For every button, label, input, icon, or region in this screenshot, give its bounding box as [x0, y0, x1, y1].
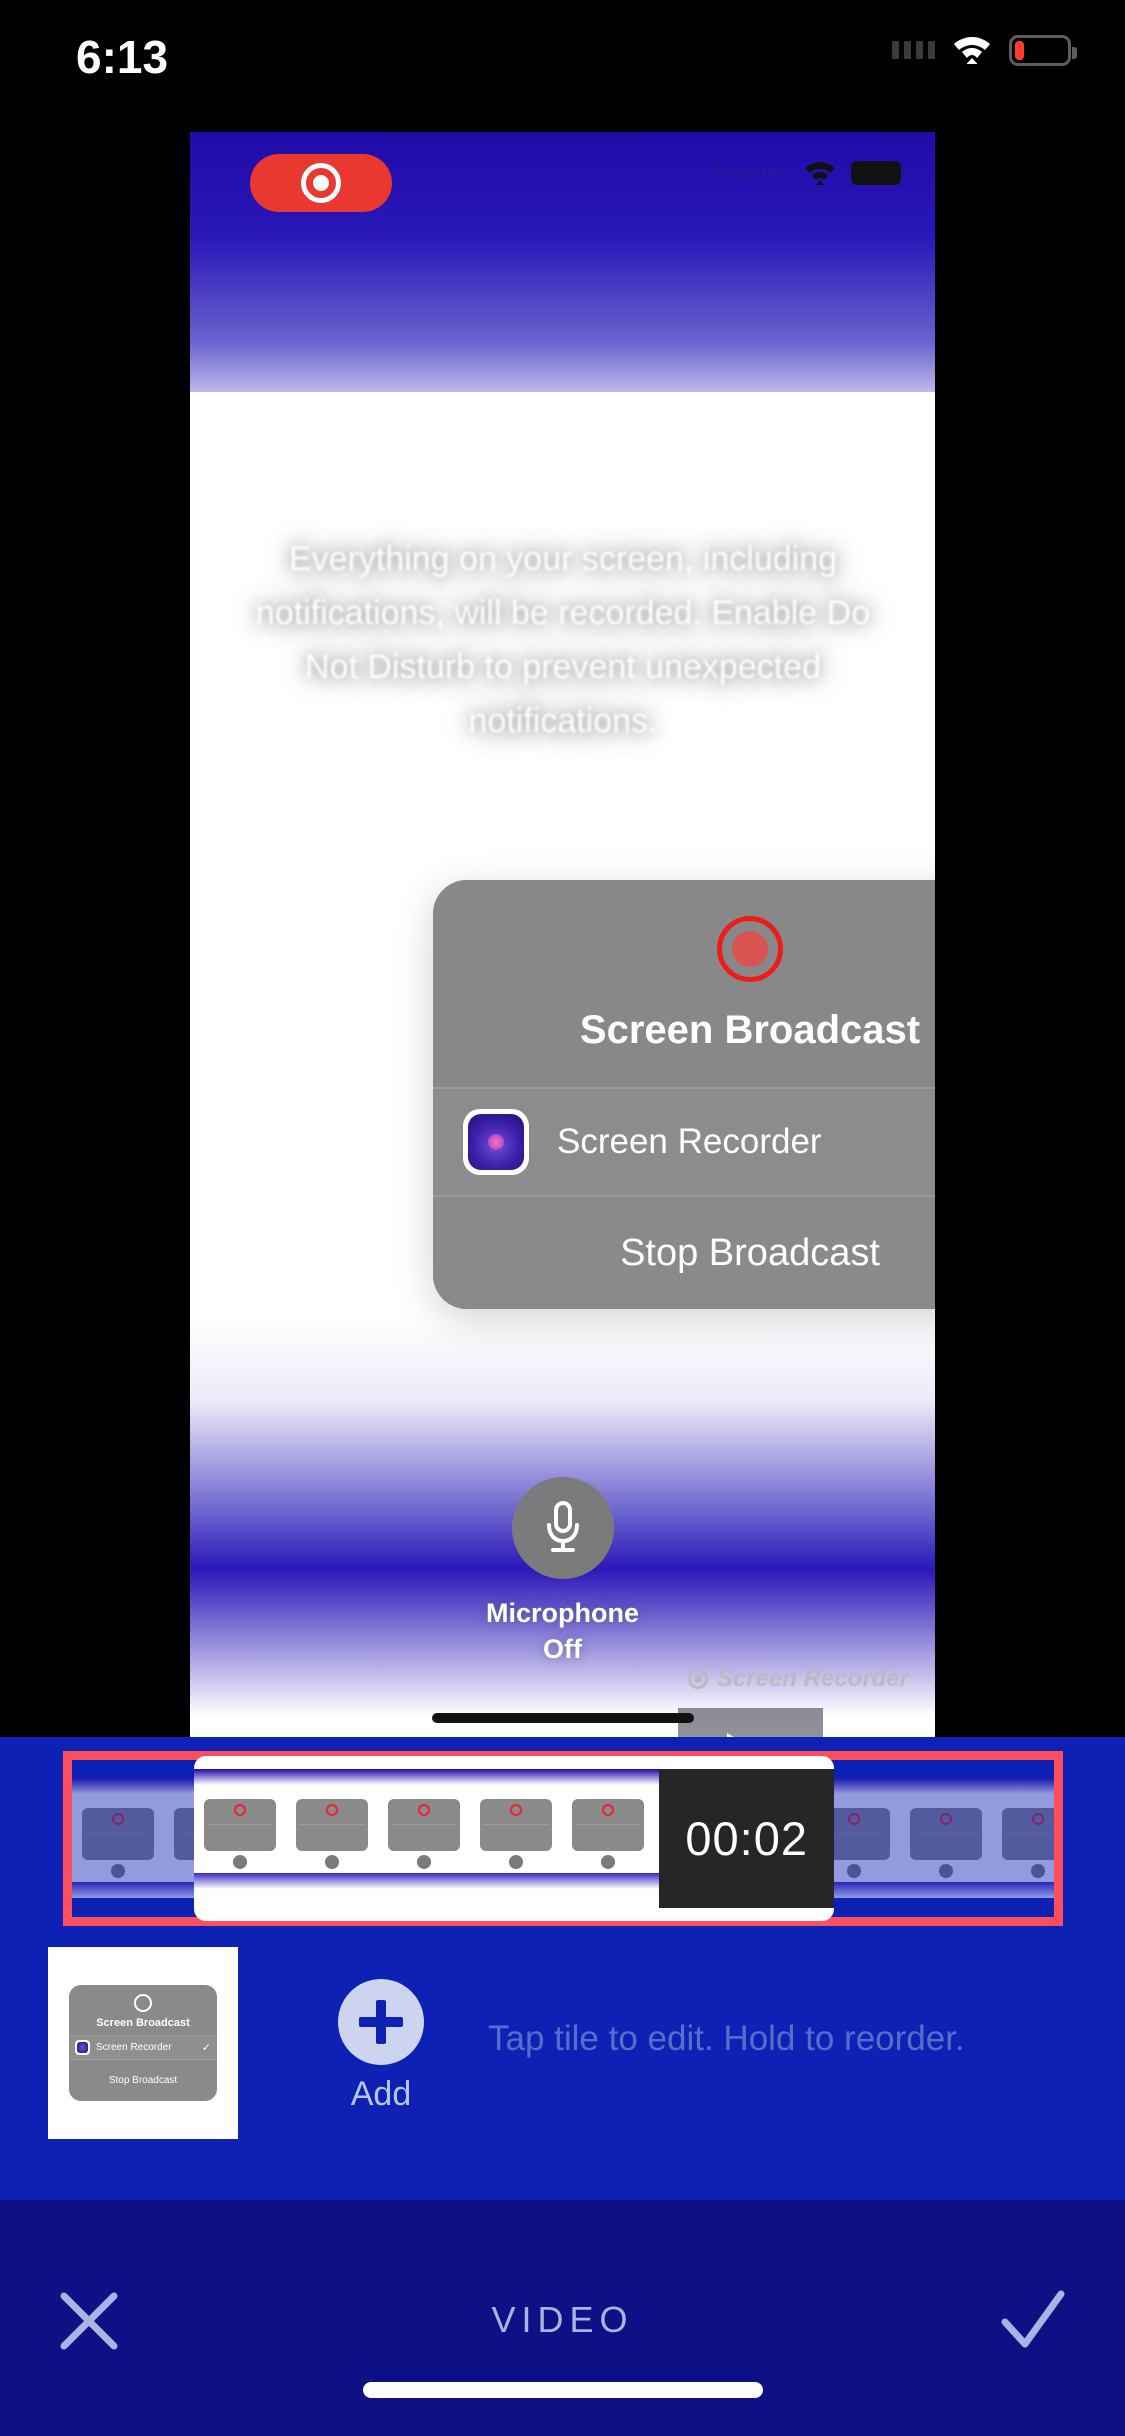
screen-recorder-app-icon: [75, 2040, 90, 2055]
tile-title: Screen Broadcast: [96, 2017, 190, 2029]
status-bar-indicators: [892, 34, 1077, 66]
broadcast-dialog-title: Screen Broadcast: [579, 1008, 921, 1052]
home-indicator: [362, 2382, 763, 2398]
microphone-state: Off: [543, 1634, 582, 1664]
confirm-button[interactable]: [999, 2288, 1067, 2354]
tile-header: Screen Broadcast: [69, 1985, 217, 2035]
app-watermark: Screen Recorder: [687, 1665, 909, 1693]
preview-carrier-label: Screen Rec: [710, 164, 789, 182]
preview-status-indicators: Screen Rec: [711, 160, 901, 186]
microphone-label: Microphone: [486, 1598, 639, 1628]
broadcast-dialog-header: Screen Broadcast: [433, 880, 935, 1087]
video-preview[interactable]: Screen Rec Everything on your screen, in…: [190, 132, 935, 1737]
filmstrip-frame: [562, 1769, 654, 1889]
screen-recorder-app-icon: [463, 1109, 529, 1175]
microphone-icon: [511, 1477, 614, 1579]
tile-app-row: Screen Recorder ✓: [69, 2035, 217, 2060]
duration-badge: 00:02: [659, 1769, 834, 1908]
watermark-text: Screen Recorder: [716, 1665, 909, 1692]
record-dot-icon: [687, 1669, 708, 1689]
checkmark-icon: [1001, 2290, 1065, 2348]
checkmark-icon: ✓: [201, 2042, 211, 2054]
status-bar-clock: 6:13: [76, 31, 169, 83]
timeline-scrubber[interactable]: 00:02: [63, 1751, 1063, 1926]
tiles-row: Screen Broadcast Screen Recorder ✓ Stop …: [0, 1947, 1125, 2147]
tile-stop-label: Stop Broadcast: [108, 2075, 178, 2086]
stop-broadcast-label: Stop Broadcast: [620, 1231, 880, 1274]
broadcast-app-row[interactable]: Screen Recorder: [433, 1087, 935, 1197]
app-root: 6:13 Screen Rec Everything on your scree…: [0, 0, 1125, 2436]
stop-broadcast-button[interactable]: Stop Broadcast: [433, 1197, 935, 1309]
recording-description-text: Everything on your screen, including not…: [255, 540, 871, 740]
tile-footer: Stop Broadcast: [69, 2060, 217, 2101]
filmstrip-frame: [470, 1769, 562, 1889]
editor-panel: 00:02 Screen Broadcast Screen Recorder ✓: [0, 1737, 1125, 2236]
filmstrip-frame: [194, 1769, 286, 1889]
screen-broadcast-dialog: Screen Broadcast Screen Recorder Stop Br…: [433, 880, 935, 1309]
record-circle-icon: [717, 916, 783, 982]
battery-low-icon: [1009, 34, 1077, 66]
mode-title: VIDEO: [491, 2299, 634, 2340]
wifi-icon: [951, 34, 993, 66]
tile-app-label: Screen Recorder: [96, 2042, 172, 2053]
filmstrip-frame: [286, 1769, 378, 1889]
cellular-dots-icon: [892, 41, 935, 59]
clip-tile-preview: Screen Broadcast Screen Recorder ✓ Stop …: [69, 1985, 217, 2101]
add-clip-button[interactable]: [338, 1979, 424, 2065]
battery-icon: [851, 161, 901, 185]
filmstrip-frame: [900, 1778, 992, 1898]
record-dot-icon: [301, 163, 341, 203]
filmstrip-frame: [378, 1769, 470, 1889]
tiles-hint-text: Tap tile to edit. Hold to reorder.: [488, 2019, 965, 2058]
broadcast-app-label: Screen Recorder: [557, 1122, 822, 1161]
microphone-control[interactable]: Microphone Off: [190, 1477, 935, 1667]
clip-tile[interactable]: Screen Broadcast Screen Recorder ✓ Stop …: [48, 1947, 238, 2139]
preview-home-indicator: [431, 1713, 694, 1723]
filmstrip-frame: [72, 1778, 164, 1898]
add-clip-label: Add: [350, 2075, 412, 2113]
bottom-action-bar: VIDEO: [0, 2200, 1125, 2436]
duration-badge-label: 00:02: [685, 1812, 808, 1865]
play-button[interactable]: [678, 1708, 823, 1737]
plus-icon: [359, 2000, 403, 2044]
device-status-bar: 6:13: [0, 0, 1125, 120]
filmstrip-frame: [992, 1778, 1054, 1898]
recording-indicator-badge: [250, 154, 392, 212]
wifi-icon: [803, 160, 837, 186]
record-circle-icon: [134, 1994, 152, 2012]
timeline-selection[interactable]: 00:02: [194, 1756, 834, 1921]
